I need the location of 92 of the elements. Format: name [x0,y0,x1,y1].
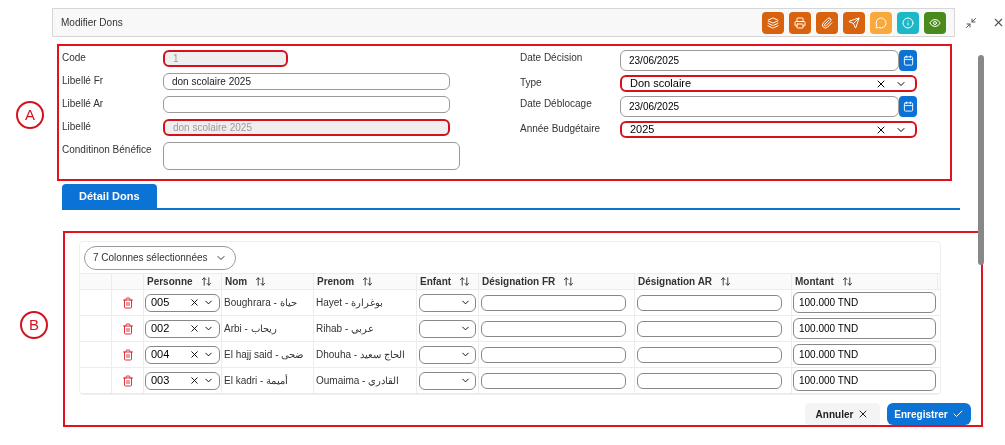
delete-icon[interactable] [121,374,134,387]
paperclip-icon [821,16,833,29]
field-label: Date Déblocage [520,97,593,111]
table-cell: Arbi - ريحاب [222,316,314,341]
text-field[interactable] [163,96,450,113]
amount-field[interactable]: 100.000 TND [793,318,936,339]
field-label: Libellé [62,120,92,134]
amount-field[interactable]: 100.000 TND [793,292,936,313]
calendar-button[interactable] [899,96,917,117]
annotation-marker: A [16,101,44,129]
table-cell: Boughrara - حياة [222,290,314,315]
text-field[interactable] [637,346,782,363]
select-field[interactable]: 005 [145,293,220,312]
toolbar-button[interactable] [897,11,919,34]
date-field[interactable]: 23/06/2025 [620,50,899,71]
restore-icon[interactable] [965,16,977,29]
text-field[interactable]: don scolaire 2025 [163,73,450,90]
printer-icon [794,16,806,29]
calendar-icon [902,101,914,112]
sort-icon[interactable] [255,276,267,287]
field-label: Conditinon Bénéfice [62,143,153,157]
field-label: Date Décision [520,51,584,65]
select-field[interactable] [419,371,476,390]
table-cell: Oumaima - القادري [314,368,417,393]
calendar-button[interactable] [899,50,917,71]
toolbar-button[interactable] [924,11,946,34]
table-cell: El kadri - أميمة [222,368,314,393]
layers-icon [767,16,779,29]
date-field[interactable]: 23/06/2025 [620,96,899,117]
calendar-icon [902,55,914,66]
column-header[interactable]: Montant [792,274,938,289]
clear-icon[interactable] [189,297,200,308]
field-label: Code [62,51,87,65]
select-field[interactable]: 004 [145,345,220,364]
column-header[interactable]: Désignation FR [479,274,635,289]
delete-icon[interactable] [121,296,134,309]
window-title: Modifier Dons [61,16,123,30]
sort-icon[interactable] [459,276,471,287]
clear-icon[interactable] [189,375,200,386]
text-field[interactable] [481,320,626,337]
amount-field[interactable]: 100.000 TND [793,370,936,391]
sort-icon[interactable] [841,276,853,287]
table-cell: Rihab - عربي [314,316,417,341]
select-field[interactable]: 003 [145,371,220,390]
info-icon [902,16,914,29]
check-icon [951,408,964,420]
toolbar-button[interactable] [843,11,865,34]
table-cell: Hayet - بوغرارة [314,290,417,315]
select-field[interactable] [419,345,476,364]
table-cell: Dhouha - الحاج سعيد [314,342,417,367]
send-icon [848,16,860,29]
column-header[interactable]: Désignation AR [635,274,792,289]
column-header[interactable]: Nom [222,274,314,289]
eye-icon [929,16,941,29]
clear-icon[interactable] [189,349,200,360]
text-field[interactable] [481,294,626,311]
select-field[interactable]: 2025 [620,121,917,138]
annotation-marker: B [20,311,48,339]
delete-icon[interactable] [121,348,134,361]
column-header[interactable]: Enfant [417,274,479,289]
sort-icon[interactable] [200,276,212,287]
clear-icon[interactable] [189,323,200,334]
sort-icon[interactable] [362,276,374,287]
field-label: Libellé Ar [62,97,105,111]
toolbar-button[interactable] [789,11,811,34]
sort-icon[interactable] [720,276,732,287]
sort-icon[interactable] [563,276,575,287]
text-field[interactable] [481,372,626,389]
text-field[interactable] [481,346,626,363]
toolbar-button[interactable] [816,11,838,34]
delete-icon[interactable] [121,322,134,335]
table-cell: El hajj said - ضحى [222,342,314,367]
column-header[interactable]: Personne [144,274,222,289]
column-header[interactable]: Prenom [314,274,417,289]
close-icon[interactable] [992,16,1005,29]
tab[interactable]: Détail Dons [62,184,157,208]
save-button[interactable]: Enregistrer [887,403,971,425]
text-field[interactable] [637,372,782,389]
text-area[interactable] [163,142,460,170]
select-field[interactable]: Don scolaire [620,75,917,92]
text-field[interactable] [637,294,782,311]
select-field[interactable] [419,293,476,312]
text-field[interactable] [637,320,782,337]
toolbar-button[interactable] [762,11,784,34]
field-label: Type [520,76,543,90]
cancel-button[interactable]: Annuler [805,403,880,425]
chat-bubble-icon [875,16,887,29]
field-label: Libellé Fr [62,74,105,88]
select-field[interactable]: 002 [145,319,220,338]
field-label: Année Budgétaire [520,122,602,136]
select-field[interactable] [419,319,476,338]
amount-field[interactable]: 100.000 TND [793,344,936,365]
